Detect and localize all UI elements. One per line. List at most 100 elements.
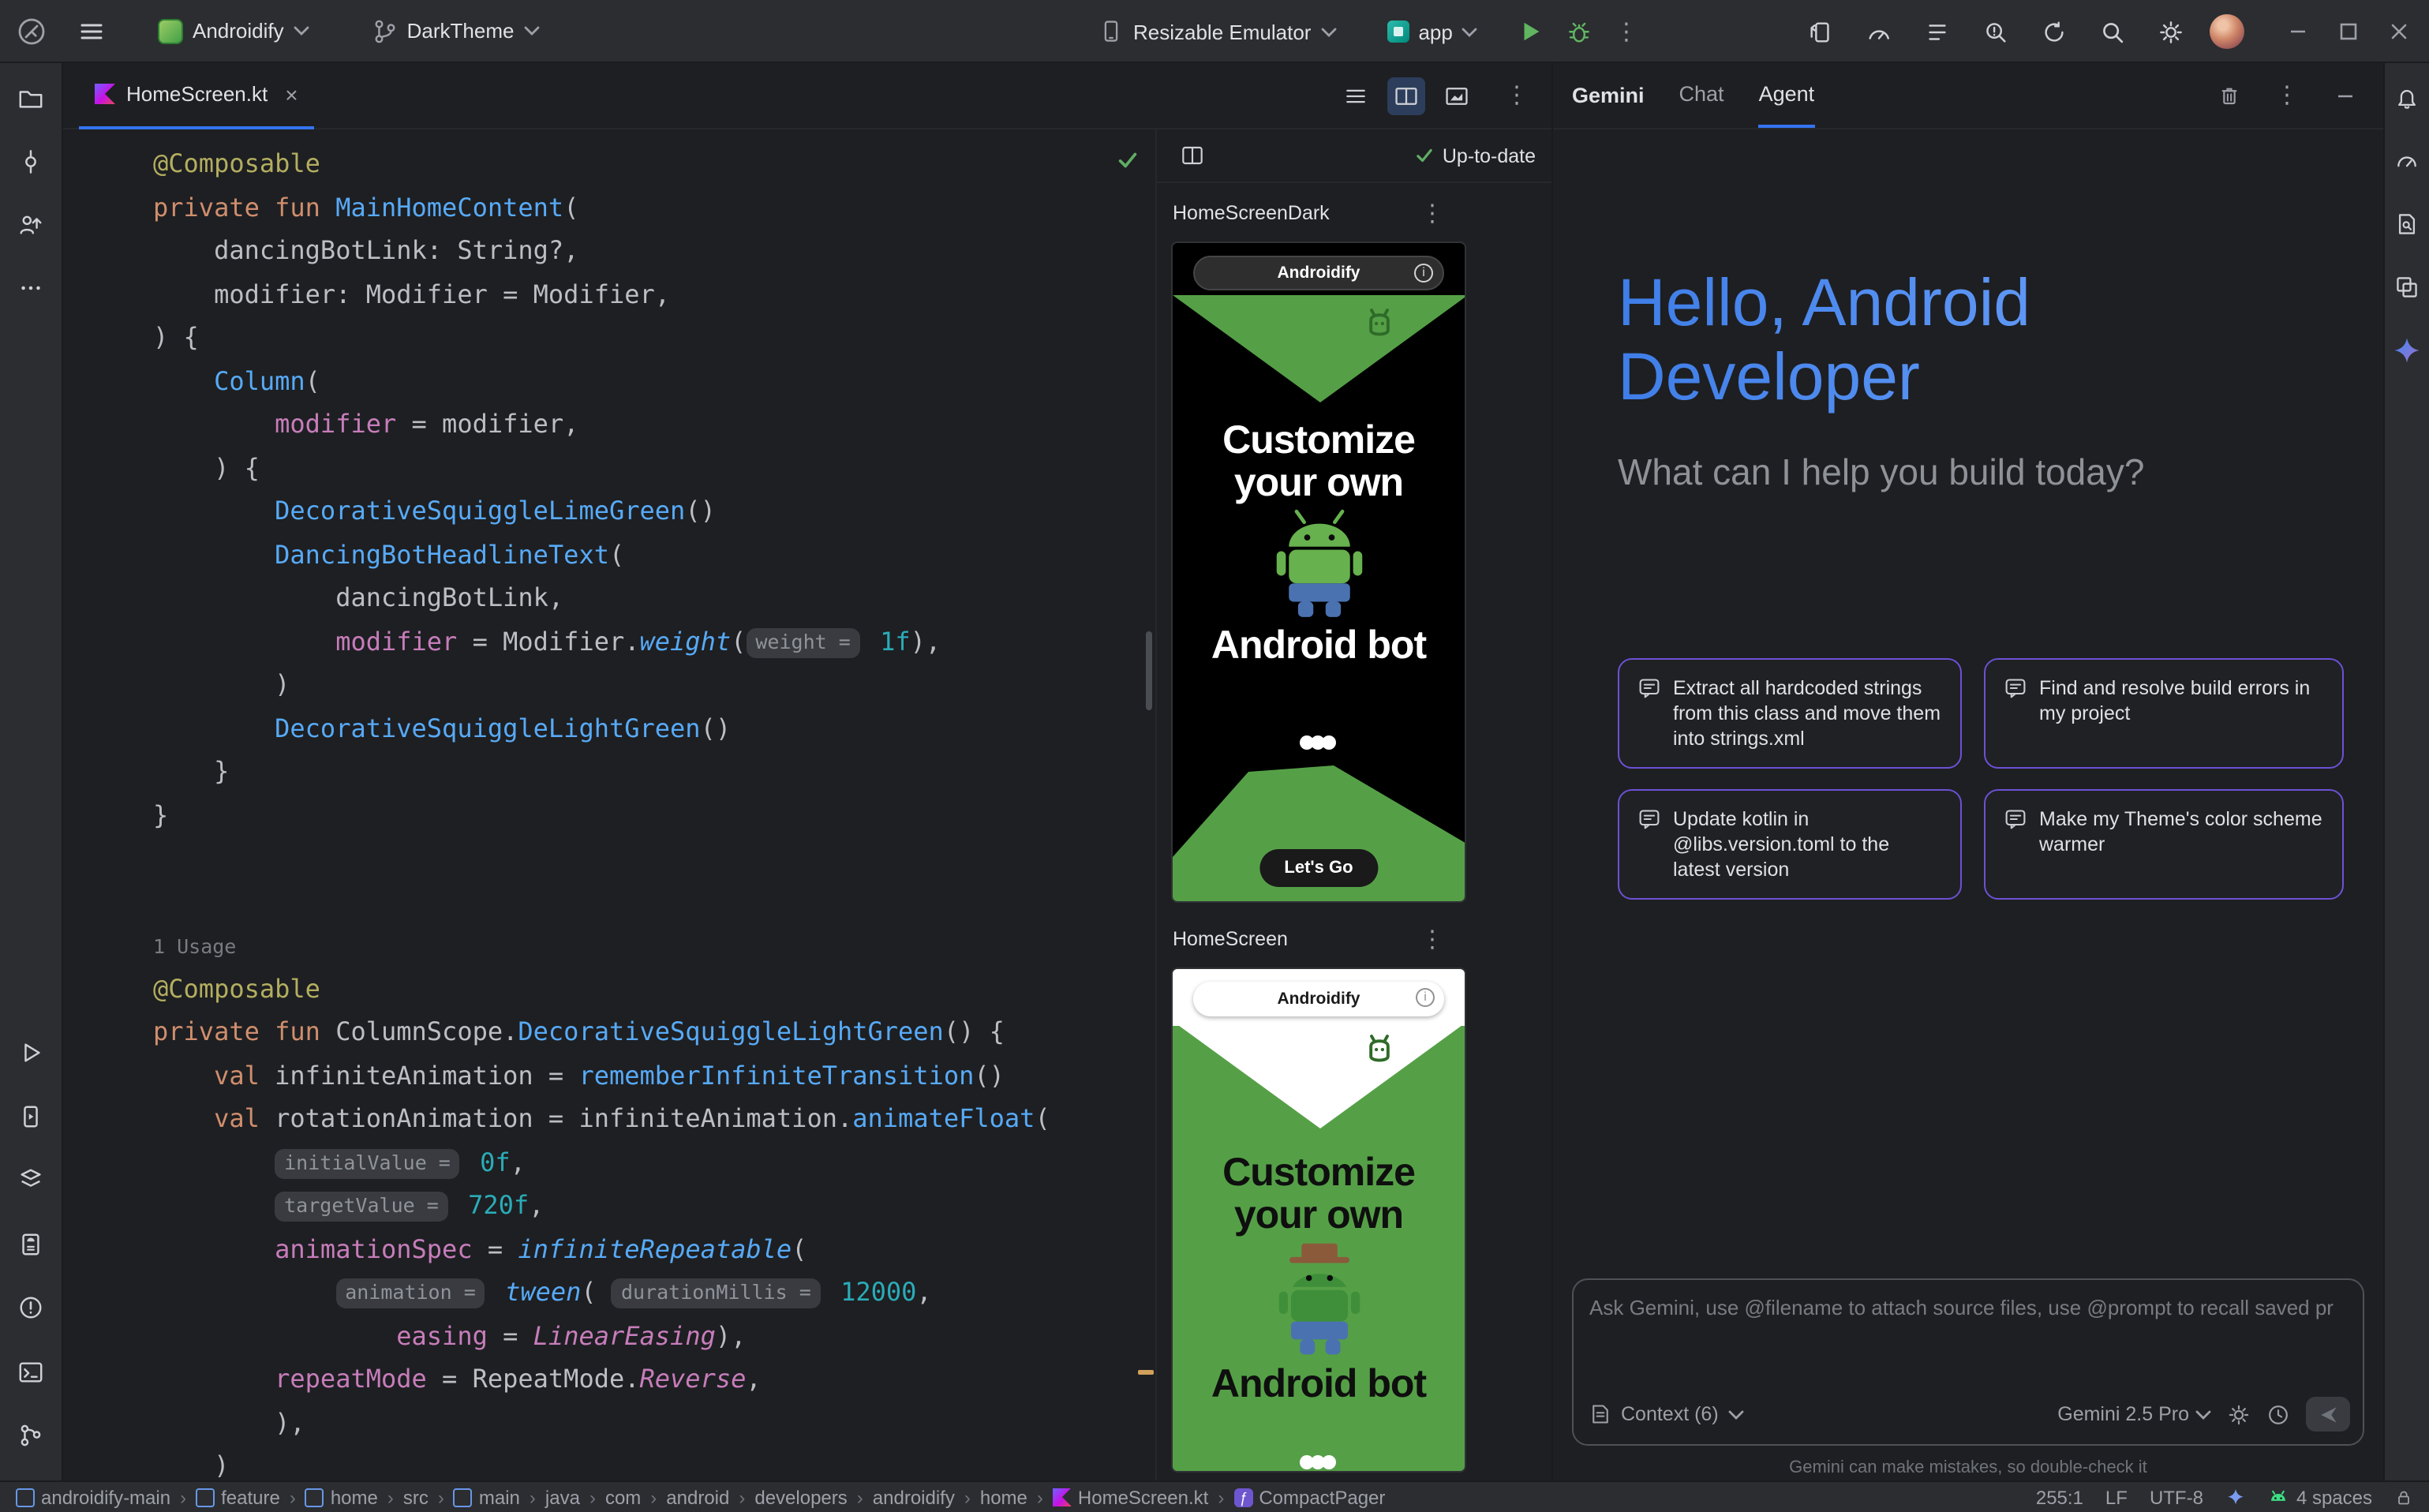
build-variants-tool-icon[interactable]	[12, 1161, 50, 1199]
gemini-more-icon[interactable]: ⋮	[2268, 77, 2306, 114]
code-line[interactable]: 1 Usage	[63, 923, 1155, 967]
code-line[interactable]: val rotationAnimation = infiniteAnimatio…	[63, 1097, 1155, 1140]
device-file-explorer-icon[interactable]	[2388, 205, 2426, 243]
tab-chat[interactable]: Chat	[1679, 63, 1724, 128]
code-line[interactable]: modifier: Modifier = Modifier,	[63, 272, 1155, 316]
code-line[interactable]: private fun MainHomeContent(	[63, 185, 1155, 229]
code-line[interactable]: val infiniteAnimation = rememberInfinite…	[63, 1054, 1155, 1097]
logcat-icon[interactable]	[1918, 13, 1956, 51]
preview-homescreen[interactable]: Androidifyi Customizeyour own	[1171, 967, 1466, 1473]
gradle-tool-icon[interactable]	[2388, 142, 2426, 180]
search-icon[interactable]	[2093, 13, 2131, 51]
suggestion-card-build-errors[interactable]: Find and resolve build errors in my proj…	[1984, 658, 2344, 769]
preview-more-icon[interactable]: ⋮	[1420, 201, 1444, 225]
code-line[interactable]	[63, 836, 1155, 880]
lock-icon[interactable]	[2394, 1488, 2413, 1506]
breadcrumb-item[interactable]: src	[403, 1486, 429, 1508]
more-tool-windows-icon[interactable]	[12, 268, 50, 306]
gemini-input-box[interactable]: Context (6) Gemini 2.5 Pro	[1572, 1278, 2364, 1446]
suggestion-card-update-kotlin[interactable]: Update kotlin in @libs.version.toml to t…	[1618, 789, 1962, 900]
code-line[interactable]: modifier = Modifier.weight(weight = 1f),	[63, 619, 1155, 663]
tab-agent[interactable]: Agent	[1759, 63, 1815, 128]
device-mirroring-icon[interactable]	[1801, 13, 1839, 51]
gemini-tool-icon[interactable]	[2388, 331, 2426, 369]
history-clock-icon[interactable]	[2266, 1402, 2290, 1426]
info-icon[interactable]: i	[1416, 988, 1435, 1007]
hide-panel-icon[interactable]	[2326, 77, 2364, 114]
editor-more-icon[interactable]: ⋮	[1498, 77, 1536, 114]
profiler-icon[interactable]	[1859, 13, 1897, 51]
code-line[interactable]: animationSpec = infiniteRepeatable(	[63, 1227, 1155, 1271]
code-line[interactable]: targetValue = 720f,	[63, 1184, 1155, 1227]
user-avatar[interactable]	[2210, 14, 2244, 49]
resource-manager-icon[interactable]	[2388, 268, 2426, 306]
code-line[interactable]: @Composable	[63, 142, 1155, 185]
code-line[interactable]: DancingBotHeadlineText(	[63, 533, 1155, 576]
minimize-window-icon[interactable]	[2274, 13, 2322, 51]
code-line[interactable]: dancingBotLink,	[63, 576, 1155, 619]
line-separator[interactable]: LF	[2105, 1486, 2128, 1508]
project-tool-icon[interactable]	[12, 79, 50, 117]
breadcrumb-item[interactable]: home	[980, 1486, 1027, 1508]
lets-go-button[interactable]: Let's Go	[1259, 849, 1378, 887]
file-encoding[interactable]: UTF-8	[2150, 1486, 2203, 1508]
settings-gear-icon[interactable]	[2151, 13, 2189, 51]
breadcrumb-item[interactable]: main	[454, 1486, 520, 1508]
device-selector[interactable]: Resizable Emulator	[1086, 13, 1349, 51]
preview-homescreendark[interactable]: Androidifyi Customizeyour own Android bo…	[1171, 241, 1466, 903]
code-line[interactable]: )	[63, 1444, 1155, 1480]
code-line[interactable]: easing = LinearEasing),	[63, 1314, 1155, 1357]
breadcrumb-item[interactable]: androidify	[873, 1486, 955, 1508]
breadcrumb-item[interactable]: developers	[754, 1486, 847, 1508]
ai-spark-icon[interactable]	[2225, 1487, 2246, 1507]
indent-style[interactable]: 4 spaces	[2296, 1486, 2372, 1508]
model-selector[interactable]: Gemini 2.5 Pro	[2057, 1403, 2189, 1425]
split-view-icon[interactable]	[1387, 77, 1425, 114]
debug-button[interactable]	[1560, 13, 1598, 51]
breadcrumb-item[interactable]: android	[666, 1486, 729, 1508]
tab-homescreen-kt[interactable]: HomeScreen.kt ×	[79, 62, 314, 129]
commit-tool-icon[interactable]	[12, 142, 50, 180]
code-line[interactable]: DecorativeSquiggleLightGreen()	[63, 706, 1155, 750]
preview-more-icon-2[interactable]: ⋮	[1420, 927, 1444, 951]
running-devices-tool-icon[interactable]	[12, 1097, 50, 1135]
run-tool-icon[interactable]	[12, 1033, 50, 1071]
preview-layout-icon[interactable]	[1173, 137, 1211, 174]
design-view-icon[interactable]	[1438, 77, 1476, 114]
breadcrumb-item[interactable]: java	[545, 1486, 580, 1508]
caret-position[interactable]: 255:1	[2036, 1486, 2083, 1508]
code-line[interactable]: modifier = modifier,	[63, 402, 1155, 446]
maximize-window-icon[interactable]	[2325, 13, 2372, 51]
terminal-tool-icon[interactable]	[12, 1353, 50, 1390]
code-line[interactable]: ),	[63, 1401, 1155, 1444]
app-quality-insights-icon[interactable]	[1976, 13, 2014, 51]
breadcrumb-item[interactable]: home	[305, 1486, 378, 1508]
breadcrumb-item[interactable]: HomeScreen.kt	[1053, 1486, 1208, 1508]
vcs-branch-widget[interactable]: DarkTheme	[360, 12, 552, 50]
breadcrumb-item[interactable]: ƒCompactPager	[1233, 1486, 1385, 1508]
code-line[interactable]: ) {	[63, 446, 1155, 489]
run-configuration-selector[interactable]: app	[1374, 13, 1490, 50]
project-widget[interactable]: Androidify	[145, 12, 322, 50]
pull-requests-tool-icon[interactable]	[12, 205, 50, 243]
device-manager-tool-icon[interactable]	[12, 1225, 50, 1263]
main-menu-icon[interactable]	[73, 12, 110, 50]
code-line[interactable]: DecorativeSquiggleLimeGreen()	[63, 489, 1155, 533]
breadcrumb-item[interactable]: feature	[196, 1486, 280, 1508]
more-actions-icon[interactable]: ⋮	[1607, 13, 1645, 51]
inspections-ok-icon[interactable]	[1116, 148, 1140, 177]
code-line[interactable]: initialValue = 0f,	[63, 1140, 1155, 1184]
notifications-bell-icon[interactable]	[2388, 79, 2426, 117]
code-line[interactable]: )	[63, 663, 1155, 706]
breadcrumb-item[interactable]: androidify-main	[16, 1486, 170, 1508]
context-selector[interactable]: Context (6)	[1621, 1403, 1719, 1425]
code-line[interactable]: animation = tween( durationMillis = 1200…	[63, 1271, 1155, 1314]
gemini-prompt-input[interactable]	[1589, 1296, 2347, 1319]
sync-project-icon[interactable]	[2034, 13, 2072, 51]
close-window-icon[interactable]	[2375, 13, 2423, 51]
breadcrumb-item[interactable]: com	[605, 1486, 641, 1508]
code-line[interactable]: private fun ColumnScope.DecorativeSquigg…	[63, 1010, 1155, 1054]
code-line[interactable]: ) {	[63, 316, 1155, 359]
editor-scrollbar[interactable]	[1146, 631, 1152, 710]
gemini-settings-gear-icon[interactable]	[2227, 1402, 2251, 1426]
